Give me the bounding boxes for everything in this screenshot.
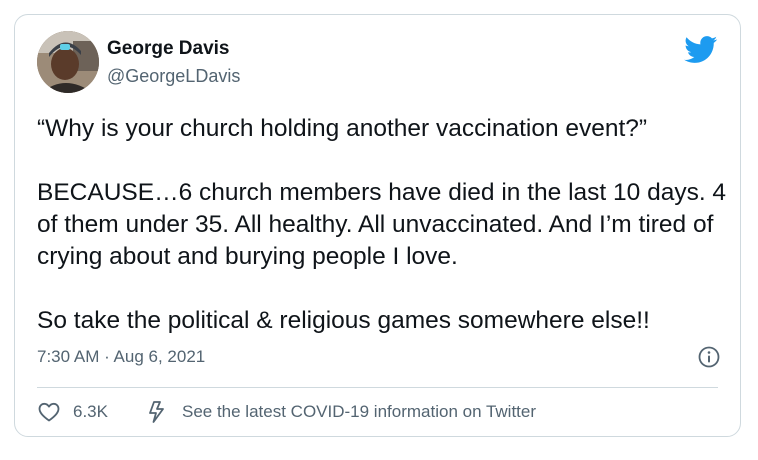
like-count[interactable]: 6.3K <box>73 402 108 422</box>
lightning-bolt-icon[interactable] <box>146 400 168 424</box>
tweet-meta-row: 7:30 AM · Aug 6, 2021 <box>37 345 721 369</box>
tweet-paragraph: BECAUSE…6 church members have died in th… <box>37 179 727 270</box>
divider <box>37 387 718 388</box>
tweet-actions: 6.3K See the latest COVID-19 information… <box>37 397 536 427</box>
heart-icon[interactable] <box>37 400 61 424</box>
avatar-photo <box>37 31 99 93</box>
tweet-card[interactable]: George Davis @GeorgeLDavis “Why is your … <box>14 14 741 437</box>
author-block[interactable]: George Davis @GeorgeLDavis <box>107 37 240 88</box>
tweet-text: “Why is your church holding another vacc… <box>37 113 727 337</box>
tweet-timestamp[interactable]: 7:30 AM · Aug 6, 2021 <box>37 347 205 366</box>
like-button[interactable]: 6.3K <box>37 400 108 424</box>
author-handle[interactable]: @GeorgeLDavis <box>107 64 240 88</box>
avatar[interactable] <box>37 31 99 93</box>
covid-info-link[interactable]: See the latest COVID-19 information on T… <box>146 400 536 424</box>
author-name[interactable]: George Davis <box>107 37 240 61</box>
twitter-bird-icon[interactable] <box>684 36 718 64</box>
tweet-paragraph: “Why is your church holding another vacc… <box>37 115 648 142</box>
covid-info-link-label[interactable]: See the latest COVID-19 information on T… <box>182 402 536 422</box>
tweet-paragraph: So take the political & religious games … <box>37 307 650 334</box>
info-circle-icon[interactable] <box>697 345 721 369</box>
